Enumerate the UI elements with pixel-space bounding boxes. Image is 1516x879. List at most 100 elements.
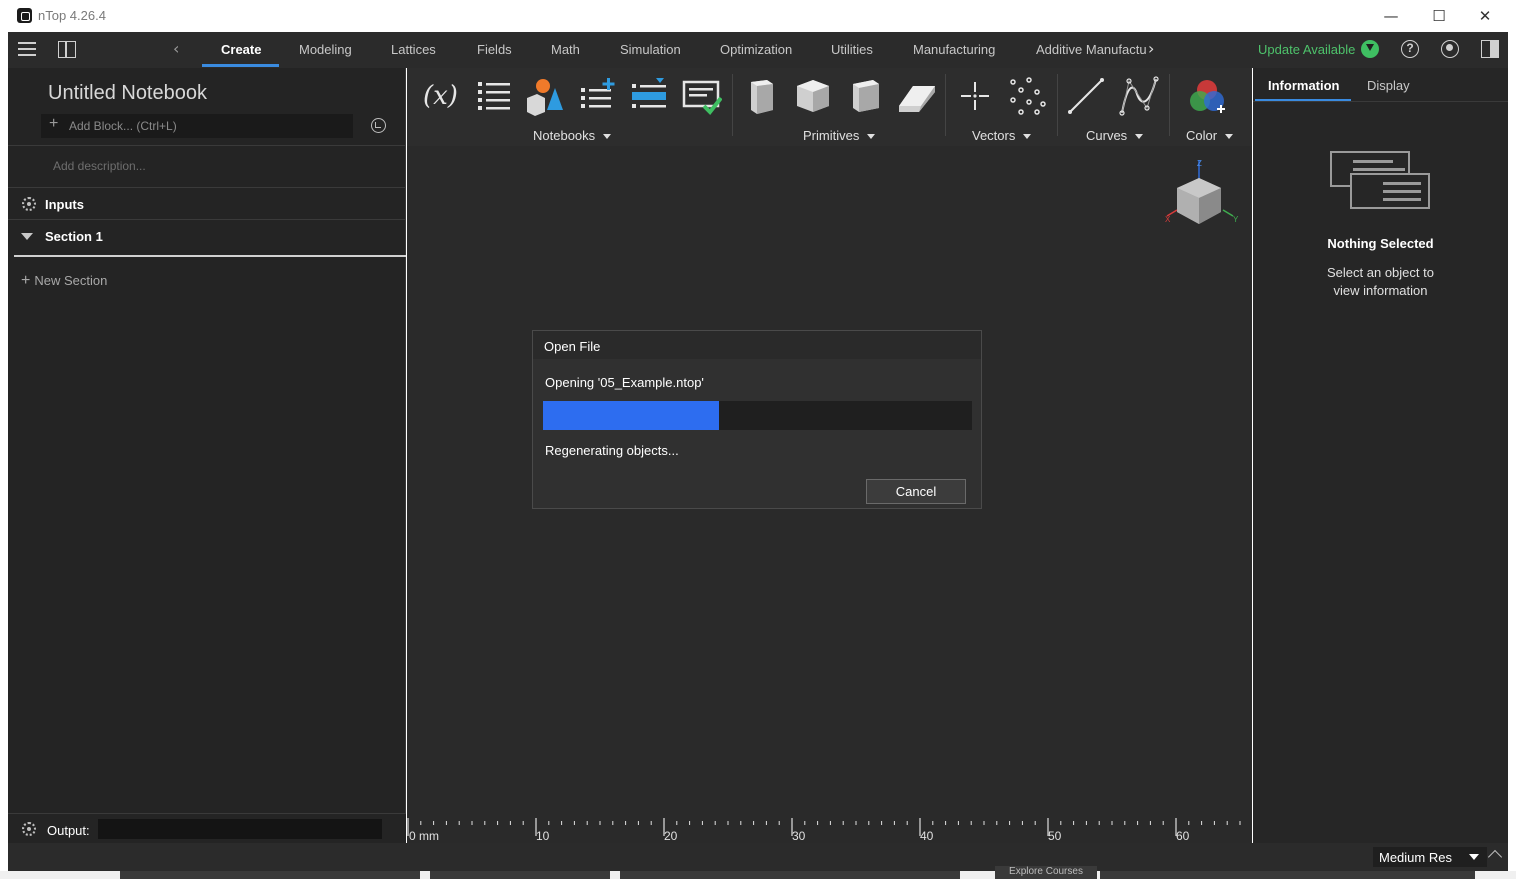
minimize-button[interactable]: — xyxy=(1368,4,1414,28)
add-description-field[interactable]: Add description... xyxy=(53,159,146,173)
help-icon[interactable]: ? xyxy=(1401,40,1419,58)
section-underline xyxy=(14,255,406,257)
wedge-icon[interactable] xyxy=(897,76,937,116)
color-group-button[interactable]: Color xyxy=(1186,128,1234,143)
scale-ruler: 0 mm 10 20 30 40 50 60 xyxy=(407,816,1252,843)
notebooks-label: Notebooks xyxy=(533,128,596,143)
add-block-input[interactable]: + Add Block... (Ctrl+L) xyxy=(41,114,353,138)
divider xyxy=(1253,101,1508,102)
group-separator xyxy=(1169,74,1170,136)
background-thumbnail xyxy=(120,871,420,879)
color-label: Color xyxy=(1186,128,1218,143)
progress-bar-fill xyxy=(543,401,719,430)
menu-icon[interactable] xyxy=(18,42,36,57)
insert-list-item-icon[interactable] xyxy=(630,76,670,116)
line-icon[interactable] xyxy=(1066,76,1106,116)
notebook-title[interactable]: Untitled Notebook xyxy=(48,82,207,105)
ruler-label: 30 xyxy=(792,829,806,843)
ruler-label: 40 xyxy=(920,829,934,843)
refresh-icon[interactable] xyxy=(371,118,386,133)
box-icon[interactable] xyxy=(741,76,781,116)
caret-down-icon xyxy=(1225,134,1234,140)
chevron-right-icon[interactable]: › xyxy=(1148,39,1154,58)
tab-optimization[interactable]: Optimization xyxy=(720,42,792,57)
resolution-value: Medium Res xyxy=(1379,850,1452,865)
validate-icon[interactable] xyxy=(682,76,722,116)
vectors-label: Vectors xyxy=(972,128,1016,143)
download-icon[interactable] xyxy=(1361,40,1379,58)
background-thumbnail xyxy=(430,871,610,879)
tab-fields[interactable]: Fields xyxy=(477,42,512,57)
collapse-arrow-icon[interactable] xyxy=(21,233,33,240)
tab-information[interactable]: Information xyxy=(1268,78,1340,93)
primitives-label: Primitives xyxy=(803,128,860,143)
empty-selection-text: Select an object to view information xyxy=(1327,265,1434,298)
ruler-label: 20 xyxy=(664,829,678,843)
group-separator xyxy=(732,74,733,136)
primitives-group-button[interactable]: Primitives xyxy=(803,128,876,143)
tab-simulation[interactable]: Simulation xyxy=(620,42,681,57)
chevron-left-icon[interactable]: ‹ xyxy=(173,39,179,58)
opening-file-text: Opening '05_Example.ntop' xyxy=(545,375,704,390)
list-icon[interactable] xyxy=(475,76,515,116)
tab-utilities[interactable]: Utilities xyxy=(831,42,873,57)
curves-group-button[interactable]: Curves xyxy=(1086,128,1144,143)
block-icon[interactable] xyxy=(845,76,885,116)
point-cloud-icon[interactable] xyxy=(1007,76,1047,116)
empty-selection-title: Nothing Selected xyxy=(1327,236,1434,251)
new-section-button[interactable]: + New Section xyxy=(21,272,107,290)
tab-create[interactable]: Create xyxy=(221,42,261,57)
close-button[interactable]: ✕ xyxy=(1462,4,1508,28)
panel-toggle-icon[interactable] xyxy=(58,41,76,58)
tab-additive-manufacturing[interactable]: Additive Manufactu xyxy=(1036,42,1146,57)
caret-down-icon xyxy=(1023,134,1032,140)
curves-label: Curves xyxy=(1086,128,1128,143)
section-header[interactable]: Section 1 xyxy=(45,229,103,244)
curve-icon[interactable] xyxy=(1119,76,1159,116)
chevron-up-icon[interactable] xyxy=(1487,849,1503,865)
divider xyxy=(8,187,406,188)
tab-display[interactable]: Display xyxy=(1367,78,1410,93)
dialog-header[interactable]: Open File xyxy=(533,331,981,359)
window-title: nTop 4.26.4 xyxy=(38,8,106,23)
cube-icon[interactable] xyxy=(793,76,833,116)
ruler-label: 10 xyxy=(536,829,550,843)
tab-lattices[interactable]: Lattices xyxy=(391,42,436,57)
vectors-group-button[interactable]: Vectors xyxy=(972,128,1032,143)
right-panel-toggle-icon[interactable] xyxy=(1481,40,1499,58)
tab-manufacturing[interactable]: Manufacturing xyxy=(913,42,995,57)
progress-bar xyxy=(543,401,972,430)
variable-icon[interactable]: (x) xyxy=(423,76,463,116)
title-bar: nTop 4.26.4 — ☐ ✕ xyxy=(8,0,1508,32)
status-bar: Medium Res xyxy=(8,843,1508,871)
svg-text:X: X xyxy=(1165,215,1171,224)
properties-panel: Information Display Nothing Selected Sel… xyxy=(1253,68,1508,843)
empty-selection-icon xyxy=(1330,151,1430,209)
output-field[interactable] xyxy=(98,819,382,839)
output-bar: Output: xyxy=(8,813,406,843)
output-label: Output: xyxy=(47,823,90,838)
view-cube-icon[interactable]: Z X Y xyxy=(1163,158,1243,238)
shapes-icon[interactable] xyxy=(525,76,565,116)
plus-icon: + xyxy=(49,115,59,132)
gear-icon xyxy=(22,197,36,211)
explore-courses-button[interactable]: Explore Courses xyxy=(995,866,1097,879)
point-icon[interactable] xyxy=(955,76,995,116)
window-edge-right xyxy=(1508,32,1516,872)
new-section-label: New Section xyxy=(34,273,108,288)
ruler-label: 50 xyxy=(1048,829,1062,843)
open-file-dialog: Open File Opening '05_Example.ntop' Rege… xyxy=(532,330,982,509)
inputs-header[interactable]: Inputs xyxy=(45,197,84,212)
color-icon[interactable] xyxy=(1187,76,1227,116)
maximize-button[interactable]: ☐ xyxy=(1416,4,1462,28)
user-account-icon[interactable] xyxy=(1441,40,1459,58)
cancel-button[interactable]: Cancel xyxy=(866,479,966,504)
tab-math[interactable]: Math xyxy=(551,42,580,57)
caret-down-icon xyxy=(603,134,612,140)
background-thumbnail xyxy=(620,871,960,879)
notebooks-group-button[interactable]: Notebooks xyxy=(533,128,612,143)
update-available-link[interactable]: Update Available xyxy=(1258,42,1355,57)
resolution-select[interactable]: Medium Res xyxy=(1373,847,1487,867)
tab-modeling[interactable]: Modeling xyxy=(299,42,352,57)
add-list-item-icon[interactable] xyxy=(579,76,619,116)
